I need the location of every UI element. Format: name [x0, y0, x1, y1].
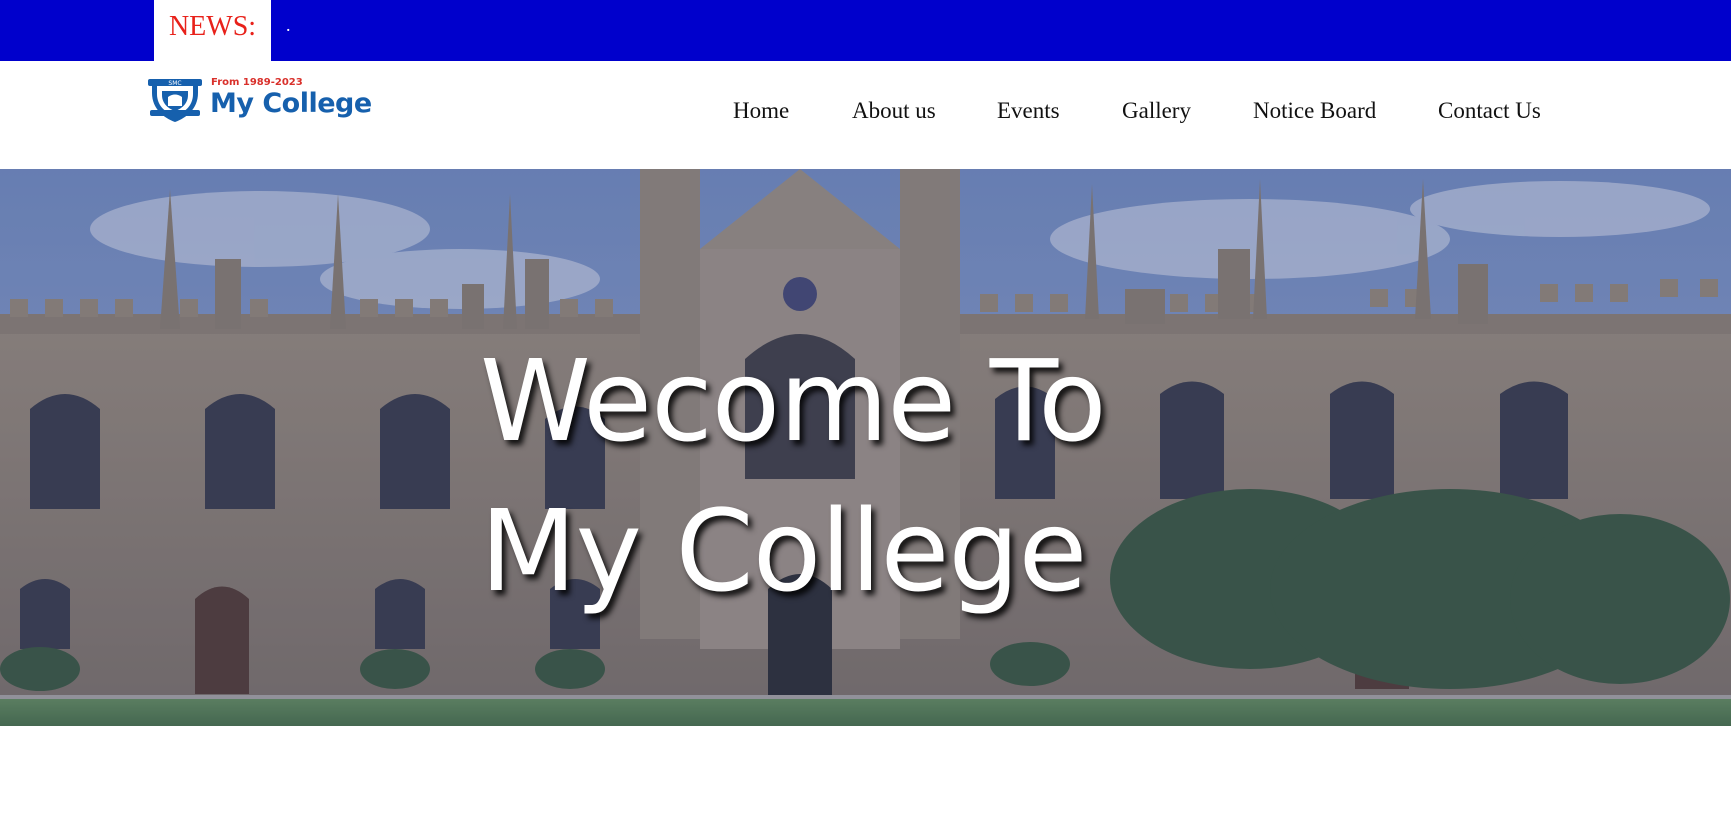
- news-label: NEWS:: [154, 0, 271, 61]
- logo-name[interactable]: My College: [210, 88, 372, 119]
- hero-banner: Wecome To My College: [0, 169, 1731, 726]
- hero-title: Wecome To My College: [480, 327, 1200, 627]
- hero-title-line1: Wecome To: [480, 337, 1107, 467]
- nav-notice-board[interactable]: Notice Board: [1253, 98, 1376, 124]
- nav-contact-us[interactable]: Contact Us: [1438, 98, 1541, 124]
- logo-since: From 1989-2023: [211, 77, 303, 88]
- nav-events[interactable]: Events: [997, 98, 1060, 124]
- crest-icon: SMC: [148, 79, 202, 122]
- news-bar: NEWS: .: [0, 0, 1731, 61]
- hero-title-line2: My College: [480, 487, 1087, 617]
- nav-gallery[interactable]: Gallery: [1122, 98, 1191, 124]
- nav-about-us[interactable]: About us: [852, 98, 936, 124]
- nav-home[interactable]: Home: [733, 98, 789, 124]
- news-ticker[interactable]: .: [286, 15, 291, 36]
- site-header: SMC From 1989-2023 My College Home About…: [0, 61, 1731, 169]
- crest-text: SMC: [168, 80, 181, 87]
